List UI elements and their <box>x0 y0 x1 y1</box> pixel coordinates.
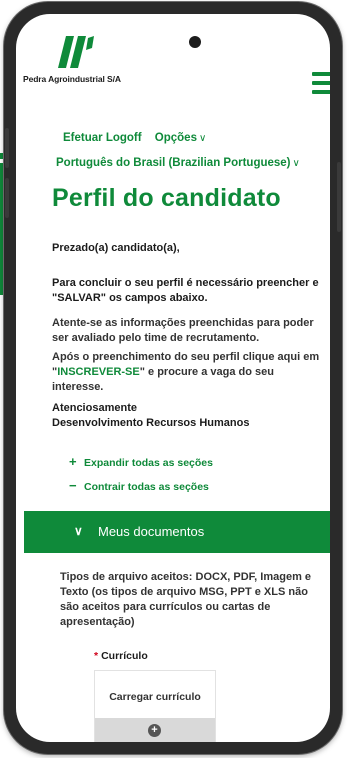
collapse-all-button[interactable]: − Contrair todas as seções <box>69 478 209 493</box>
page-title: Perfil do candidato <box>52 184 281 212</box>
options-menu[interactable]: Opções ∨ <box>155 132 207 144</box>
menu-bar <box>312 72 330 76</box>
section-title: Meus documentos <box>98 524 205 539</box>
signature: Atenciosamente Desenvolvimento Recursos … <box>52 401 324 431</box>
hamburger-menu-icon[interactable] <box>312 72 330 94</box>
chevron-down-icon: ∨ <box>198 133 207 144</box>
plus-icon: + <box>69 454 77 469</box>
account-links: Efetuar Logoff Opções ∨ <box>63 132 206 144</box>
menu-bar <box>312 81 330 85</box>
volume-down-button <box>5 178 9 218</box>
brand-name: Pedra Agroindustrial S/A <box>23 74 121 84</box>
upload-resume-button[interactable]: Carregar currículo <box>95 691 215 703</box>
signature-line: Atenciosamente <box>52 402 137 414</box>
instruction-text: Após o preenchimento do seu perfil cliqu… <box>52 350 324 395</box>
logoff-link[interactable]: Efetuar Logoff <box>63 132 142 144</box>
chevron-down-icon: ∨ <box>74 524 83 538</box>
required-marker: * <box>94 650 99 662</box>
expand-all-button[interactable]: + Expandir todas as seções <box>69 454 213 469</box>
front-camera <box>189 36 201 48</box>
signature-line: Desenvolvimento Recursos Humanos <box>52 417 250 429</box>
language-selector[interactable]: Português do Brasil (Brazilian Portugues… <box>56 157 300 169</box>
volume-up-button <box>5 128 9 168</box>
resume-field-label: * Currículo <box>94 650 148 662</box>
chevron-down-icon: ∨ <box>292 158 300 169</box>
phone-screen: Pedra Agroindustrial S/A Efetuar Logoff … <box>16 14 330 742</box>
file-types-text: Tipos de arquivo aceitos: DOCX, PDF, Ima… <box>60 571 312 628</box>
power-button <box>337 162 341 232</box>
upload-add-bar[interactable]: + <box>95 718 215 742</box>
brand-logo-icon[interactable] <box>56 34 96 70</box>
attention-text: Atente-se as informações preenchidas par… <box>52 317 314 344</box>
greeting-text: Prezado(a) candidato(a), <box>52 242 180 254</box>
phone-frame: Pedra Agroindustrial S/A Efetuar Logoff … <box>4 2 342 754</box>
language-label: Português do Brasil (Brazilian Portugues… <box>56 157 291 169</box>
intro-text: Para concluir o seu perfil é necessário … <box>52 277 319 304</box>
options-label: Opções <box>154 132 197 144</box>
resume-upload-box: Carregar currículo + <box>94 670 216 742</box>
minus-icon: − <box>69 478 77 493</box>
expand-all-label: Expandir todas as seções <box>84 457 213 469</box>
subscribe-link[interactable]: INSCREVER-SE <box>57 366 140 378</box>
plus-circle-icon: + <box>148 724 161 737</box>
section-header-documents[interactable]: ∨ Meus documentos <box>24 511 330 553</box>
site-header: Pedra Agroindustrial S/A <box>16 14 330 112</box>
collapse-all-label: Contrair todas as seções <box>84 481 209 493</box>
resume-label-text: Currículo <box>101 650 148 662</box>
menu-bar <box>312 90 330 94</box>
